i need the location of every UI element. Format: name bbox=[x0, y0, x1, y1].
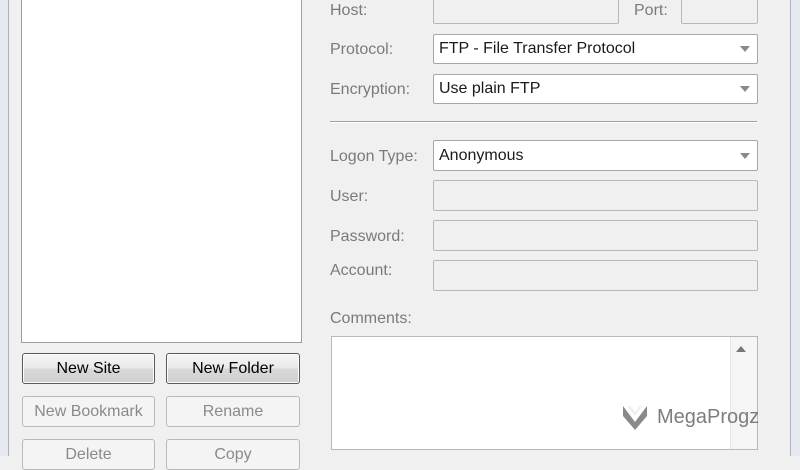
copy-button[interactable]: Copy bbox=[166, 439, 300, 470]
encryption-select[interactable]: Use plain FTP bbox=[433, 74, 758, 104]
rename-button[interactable]: Rename bbox=[166, 396, 300, 427]
new-bookmark-button[interactable]: New Bookmark bbox=[22, 396, 155, 427]
logon-type-select[interactable]: Anonymous bbox=[433, 140, 758, 171]
window-frame-left bbox=[0, 0, 9, 456]
host-label: Host: bbox=[330, 2, 368, 19]
protocol-select-value: FTP - File Transfer Protocol bbox=[439, 40, 636, 57]
new-site-button[interactable]: New Site bbox=[22, 353, 155, 384]
encryption-label: Encryption: bbox=[330, 81, 411, 98]
chevron-down-icon bbox=[740, 46, 750, 52]
account-input[interactable] bbox=[433, 260, 758, 291]
scroll-up-arrow-icon[interactable] bbox=[736, 346, 746, 352]
comments-scrollbar[interactable] bbox=[730, 337, 757, 449]
chevron-down-icon bbox=[740, 152, 750, 159]
watermark-text: MegaProgz bbox=[657, 405, 760, 428]
site-tree-list[interactable] bbox=[21, 0, 302, 343]
new-folder-button[interactable]: New Folder bbox=[166, 353, 300, 384]
host-input[interactable] bbox=[433, 0, 619, 24]
delete-button[interactable]: Delete bbox=[22, 439, 155, 470]
protocol-label: Protocol: bbox=[330, 41, 394, 58]
comments-textarea[interactable] bbox=[331, 336, 758, 450]
password-input[interactable] bbox=[433, 220, 758, 251]
user-label: User: bbox=[330, 188, 369, 205]
encryption-select-value: Use plain FTP bbox=[439, 80, 541, 97]
megaprogz-logo-icon bbox=[623, 405, 647, 430]
window-frame-right bbox=[790, 0, 800, 456]
password-label: Password: bbox=[330, 228, 405, 245]
port-label: Port: bbox=[634, 2, 668, 19]
account-label: Account: bbox=[330, 262, 393, 279]
comments-label: Comments: bbox=[330, 310, 412, 327]
megaprogz-watermark: MegaProgz bbox=[620, 402, 759, 432]
port-input[interactable] bbox=[681, 0, 758, 24]
chevron-down-icon bbox=[740, 86, 750, 92]
logon-type-label: Logon Type: bbox=[330, 148, 418, 165]
protocol-select[interactable]: FTP - File Transfer Protocol bbox=[433, 34, 758, 64]
user-input[interactable] bbox=[433, 180, 758, 211]
logon-type-select-value: Anonymous bbox=[439, 146, 524, 164]
section-divider bbox=[330, 121, 757, 123]
